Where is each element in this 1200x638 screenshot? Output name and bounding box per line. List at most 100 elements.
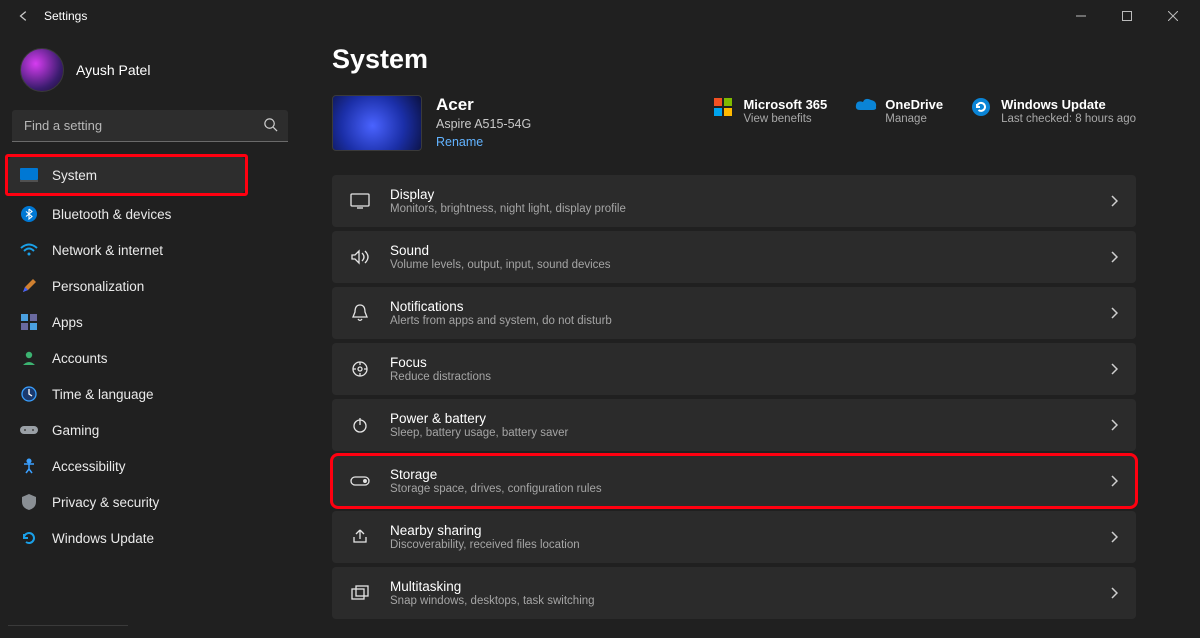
toplink-title: Windows Update bbox=[1001, 97, 1136, 112]
display-icon bbox=[20, 166, 38, 184]
toplink-subtitle: View benefits bbox=[743, 113, 827, 125]
card-subtitle: Alerts from apps and system, do not dist… bbox=[390, 315, 612, 327]
sidebar-item-bluetooth[interactable]: Bluetooth & devices bbox=[8, 196, 292, 232]
share-icon bbox=[350, 527, 370, 547]
globe-clock-icon bbox=[20, 385, 38, 403]
apps-icon bbox=[20, 313, 38, 331]
device-bar: Acer Aspire A515-54G Rename Microsoft 36… bbox=[332, 95, 1136, 151]
card-sound[interactable]: Sound Volume levels, output, input, soun… bbox=[332, 231, 1136, 283]
sidebar-item-label: System bbox=[52, 168, 97, 183]
rename-link[interactable]: Rename bbox=[436, 135, 531, 149]
sidebar-item-label: Bluetooth & devices bbox=[52, 207, 171, 222]
chevron-right-icon bbox=[1110, 475, 1118, 487]
sidebar-item-personalization[interactable]: Personalization bbox=[8, 268, 292, 304]
toplink-onedrive[interactable]: OneDrive Manage bbox=[855, 97, 943, 125]
highlight-system-nav: System bbox=[5, 154, 248, 196]
card-power-battery[interactable]: Power & battery Sleep, battery usage, ba… bbox=[332, 399, 1136, 451]
card-title: Display bbox=[390, 187, 626, 202]
chevron-right-icon bbox=[1110, 587, 1118, 599]
gamepad-icon bbox=[20, 421, 38, 439]
toplink-subtitle: Manage bbox=[885, 113, 943, 125]
toplink-subtitle: Last checked: 8 hours ago bbox=[1001, 113, 1136, 125]
bluetooth-icon bbox=[20, 205, 38, 223]
sidebar-item-gaming[interactable]: Gaming bbox=[8, 412, 292, 448]
page-title: System bbox=[332, 44, 1136, 75]
minimize-button[interactable] bbox=[1058, 0, 1104, 32]
power-icon bbox=[350, 415, 370, 435]
search-icon bbox=[263, 117, 278, 132]
card-subtitle: Discoverability, received files location bbox=[390, 539, 580, 551]
chevron-right-icon bbox=[1110, 531, 1118, 543]
card-subtitle: Snap windows, desktops, task switching bbox=[390, 595, 595, 607]
multitasking-icon bbox=[350, 583, 370, 603]
sidebar-item-label: Gaming bbox=[52, 423, 99, 438]
card-notifications[interactable]: Notifications Alerts from apps and syste… bbox=[332, 287, 1136, 339]
accessibility-icon bbox=[20, 457, 38, 475]
top-links: Microsoft 365 View benefits OneDrive Man… bbox=[713, 95, 1136, 125]
sidebar-item-system[interactable]: System bbox=[8, 157, 245, 193]
maximize-icon bbox=[1122, 11, 1132, 21]
sidebar-item-privacy[interactable]: Privacy & security bbox=[8, 484, 292, 520]
window-controls bbox=[1058, 0, 1196, 32]
toplink-title: OneDrive bbox=[885, 97, 943, 112]
close-button[interactable] bbox=[1150, 0, 1196, 32]
toplink-title: Microsoft 365 bbox=[743, 97, 827, 112]
card-title: Nearby sharing bbox=[390, 523, 580, 538]
card-subtitle: Storage space, drives, configuration rul… bbox=[390, 483, 602, 495]
card-title: Focus bbox=[390, 355, 491, 370]
person-icon bbox=[20, 349, 38, 367]
sidebar-item-accessibility[interactable]: Accessibility bbox=[8, 448, 292, 484]
toplink-ms365[interactable]: Microsoft 365 View benefits bbox=[713, 97, 827, 125]
maximize-button[interactable] bbox=[1104, 0, 1150, 32]
chevron-right-icon bbox=[1110, 363, 1118, 375]
storage-icon bbox=[350, 471, 370, 491]
content-pane: System Acer Aspire A515-54G Rename Micro… bbox=[300, 32, 1200, 638]
sidebar-divider bbox=[8, 625, 128, 626]
card-title: Sound bbox=[390, 243, 611, 258]
device-model: Aspire A515-54G bbox=[436, 117, 531, 131]
card-title: Notifications bbox=[390, 299, 612, 314]
card-display[interactable]: Display Monitors, brightness, night ligh… bbox=[332, 175, 1136, 227]
card-subtitle: Reduce distractions bbox=[390, 371, 491, 383]
windows-update-icon bbox=[971, 97, 991, 117]
sidebar-item-network[interactable]: Network & internet bbox=[8, 232, 292, 268]
chevron-right-icon bbox=[1110, 307, 1118, 319]
sidebar-item-accounts[interactable]: Accounts bbox=[8, 340, 292, 376]
card-storage[interactable]: Storage Storage space, drives, configura… bbox=[332, 455, 1136, 507]
sidebar-item-apps[interactable]: Apps bbox=[8, 304, 292, 340]
sidebar-item-label: Time & language bbox=[52, 387, 154, 402]
toplink-windows-update[interactable]: Windows Update Last checked: 8 hours ago bbox=[971, 97, 1136, 125]
profile-block[interactable]: Ayush Patel bbox=[8, 40, 292, 106]
sound-icon bbox=[350, 247, 370, 267]
sidebar-item-label: Accounts bbox=[52, 351, 108, 366]
card-focus[interactable]: Focus Reduce distractions bbox=[332, 343, 1136, 395]
nav-list: System Bluetooth & devices Network & int… bbox=[8, 154, 292, 556]
onedrive-icon bbox=[855, 97, 875, 117]
app-title: Settings bbox=[44, 9, 87, 23]
card-nearby-sharing[interactable]: Nearby sharing Discoverability, received… bbox=[332, 511, 1136, 563]
sidebar: Ayush Patel System Bluetooth & devices N… bbox=[0, 32, 300, 638]
minimize-icon bbox=[1076, 11, 1086, 21]
card-multitasking[interactable]: Multitasking Snap windows, desktops, tas… bbox=[332, 567, 1136, 619]
card-subtitle: Volume levels, output, input, sound devi… bbox=[390, 259, 611, 271]
card-subtitle: Monitors, brightness, night light, displ… bbox=[390, 203, 626, 215]
title-bar: Settings bbox=[0, 0, 1200, 32]
update-icon bbox=[20, 529, 38, 547]
sidebar-item-label: Network & internet bbox=[52, 243, 163, 258]
card-title: Power & battery bbox=[390, 411, 568, 426]
chevron-right-icon bbox=[1110, 251, 1118, 263]
avatar bbox=[20, 48, 64, 92]
card-subtitle: Sleep, battery usage, battery saver bbox=[390, 427, 568, 439]
sidebar-item-windows-update[interactable]: Windows Update bbox=[8, 520, 292, 556]
search-wrap bbox=[12, 110, 288, 142]
sidebar-item-time-language[interactable]: Time & language bbox=[8, 376, 292, 412]
search-input[interactable] bbox=[12, 110, 288, 142]
profile-name: Ayush Patel bbox=[76, 62, 150, 78]
chevron-right-icon bbox=[1110, 419, 1118, 431]
chevron-right-icon bbox=[1110, 195, 1118, 207]
paintbrush-icon bbox=[20, 277, 38, 295]
sidebar-item-label: Windows Update bbox=[52, 531, 154, 546]
bell-icon bbox=[350, 303, 370, 323]
back-button[interactable] bbox=[4, 0, 44, 32]
wifi-icon bbox=[20, 241, 38, 259]
